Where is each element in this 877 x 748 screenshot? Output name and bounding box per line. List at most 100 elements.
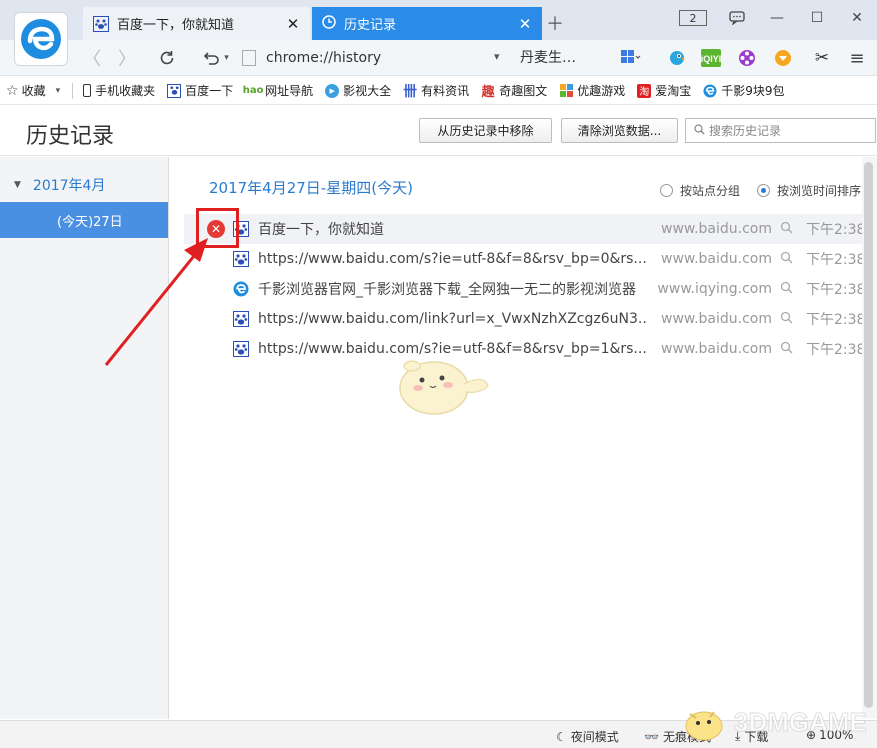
bookmark-item[interactable]: 百度一下 — [167, 82, 233, 99]
clear-browsing-data-button[interactable]: 清除浏览数据... — [561, 118, 678, 143]
history-row[interactable]: https://www.baidu.com/link?url=x_VwxNzhX… — [184, 304, 865, 334]
fun-icon: 趣 — [481, 85, 495, 100]
history-title[interactable]: 百度一下，你就知道 — [258, 219, 648, 239]
watermark-mascot-icon — [685, 711, 723, 741]
bookmarks-bar: ☆ 收藏 ▾ 手机收藏夹 百度一下 hao 网址导航 ▶ 影视大全 卌 有料资讯… — [0, 77, 877, 105]
annotation-highlight-box — [196, 208, 239, 248]
history-row[interactable]: 千影浏览器官网_千影浏览器下载_全网独一无二的影视浏览器 www.iqying.c… — [184, 274, 865, 304]
refresh-button[interactable] — [155, 47, 179, 69]
tab-baidu[interactable]: 百度一下，你就知道 ✕ — [83, 7, 310, 40]
window-counter[interactable]: 2 — [679, 10, 707, 26]
phone-icon — [83, 84, 92, 97]
search-placeholder: 搜索历史记录 — [709, 124, 782, 138]
page-title: 历史记录 — [26, 124, 115, 149]
month-label: 2017年4月 — [32, 178, 106, 194]
bookmark-item[interactable]: 淘 爱淘宝 — [637, 82, 691, 99]
search-history-input[interactable]: 搜索历史记录 — [685, 118, 876, 143]
history-row[interactable]: https://www.baidu.com/s?ie=utf-8&f=8&rsv… — [184, 334, 865, 364]
baidu-paw-icon — [93, 15, 109, 32]
bookmark-item[interactable]: ▶ 影视大全 — [325, 82, 391, 99]
search-icon — [694, 123, 705, 138]
tab-title: 历史记录 — [344, 18, 397, 33]
history-time: 下午2:38 — [806, 252, 866, 268]
browser-logo-icon[interactable] — [14, 12, 68, 66]
history-row[interactable]: https://www.baidu.com/s?ie=utf-8&f=8&rsv… — [184, 244, 866, 274]
history-list-panel: 2017年4月27日-星期四(今天) 按站点分组 按浏览时间排序 ✕ 百度一下，你… — [170, 157, 866, 719]
video-icon: ▶ — [325, 83, 340, 98]
apps-grid-icon[interactable] — [620, 47, 642, 69]
bookmark-label: 网址导航 — [265, 84, 314, 98]
history-domain: www.iqying.com — [657, 281, 772, 297]
watermark-logo: 3DMGAME — [680, 698, 867, 746]
close-window-icon[interactable]: ✕ — [837, 0, 877, 36]
qianying-icon — [233, 281, 249, 297]
title-bar: 百度一下，你就知道 ✕ 历史记录 ✕ ＋ 2 — ☐ ✕ — [0, 0, 877, 40]
bookmark-item[interactable]: 趣 奇趣图文 — [481, 82, 548, 100]
history-title[interactable]: https://www.baidu.com/link?url=x_VwxNzhX… — [258, 311, 648, 327]
bird-icon[interactable] — [666, 47, 688, 69]
history-title[interactable]: https://www.baidu.com/s?ie=utf-8&f=8&rsv… — [258, 251, 648, 267]
chevron-down-icon[interactable]: ▾ — [494, 50, 500, 63]
bookmark-item[interactable]: 千影9块9包 — [703, 82, 785, 99]
history-title[interactable]: 千影浏览器官网_千影浏览器下载_全网独一无二的影视浏览器 — [258, 279, 648, 299]
bookmark-item[interactable]: 手机收藏夹 — [83, 82, 155, 99]
sort-by-time-radio[interactable]: 按浏览时间排序 — [757, 182, 861, 199]
bookmark-item[interactable]: 优趣游戏 — [559, 82, 625, 99]
feedback-icon[interactable] — [717, 0, 757, 36]
close-icon[interactable]: ✕ — [518, 15, 532, 33]
radio-dot — [660, 184, 673, 197]
scissors-icon[interactable]: ✂ — [811, 47, 833, 69]
close-icon[interactable]: ✕ — [286, 15, 300, 33]
clock-icon — [322, 14, 336, 33]
night-mode-button[interactable]: ☾ 夜间模式 — [556, 728, 619, 745]
bookmark-item[interactable]: 卌 有料资讯 — [403, 82, 470, 100]
remove-from-history-button[interactable]: 从历史记录中移除 — [419, 118, 552, 143]
iqiyi-icon[interactable]: iQIYI — [700, 47, 722, 69]
bookmark-label: 百度一下 — [185, 84, 234, 98]
film-reel-icon[interactable] — [736, 47, 758, 69]
search-icon[interactable] — [780, 221, 793, 238]
baidu-paw-icon — [233, 341, 249, 357]
date-sidebar: ▼ 2017年4月 (今天)27日 — [0, 157, 169, 719]
search-icon[interactable] — [780, 311, 793, 328]
sort-by-site-radio[interactable]: 按站点分组 — [660, 182, 740, 199]
undo-close-tab-button[interactable]: ▾ — [198, 47, 234, 69]
history-row[interactable]: ✕ 百度一下，你就知道 www.baidu.com 下午2:38 — [184, 214, 865, 244]
forward-button[interactable]: 〉 — [115, 47, 139, 70]
maximize-icon[interactable]: ☐ — [797, 0, 837, 36]
address-bar[interactable]: chrome://history — [242, 44, 500, 72]
qianying-icon — [703, 84, 717, 98]
scroll-thumb[interactable] — [864, 162, 873, 708]
vertical-scrollbar[interactable] — [862, 157, 877, 719]
search-icon[interactable] — [780, 251, 793, 268]
back-button[interactable]: 〈 — [80, 47, 104, 70]
bookmark-item[interactable]: hao 网址导航 — [242, 82, 314, 99]
minimize-icon[interactable]: — — [757, 0, 797, 36]
hao-icon: hao — [242, 85, 264, 96]
new-tab-button[interactable]: ＋ — [546, 10, 564, 36]
menu-icon[interactable]: ≡ — [846, 47, 868, 69]
radio-dot-selected — [757, 184, 770, 197]
tab-history[interactable]: 历史记录 ✕ — [312, 7, 542, 40]
address-text: chrome://history — [266, 50, 382, 66]
radio-label: 按站点分组 — [680, 184, 741, 198]
bookmark-label: 千影9块9包 — [721, 84, 785, 98]
sidebar-day-selected[interactable]: (今天)27日 — [0, 202, 168, 238]
mascot-image — [384, 350, 494, 423]
search-icon[interactable] — [780, 281, 793, 298]
window-controls: 2 — ☐ ✕ — [679, 0, 877, 36]
search-engine-box[interactable]: 丹麦生… — [520, 47, 576, 67]
bookmark-favorites[interactable]: ☆ 收藏 ▾ — [6, 82, 60, 99]
search-icon[interactable] — [780, 341, 793, 358]
moon-icon: ☾ — [556, 729, 567, 744]
game-icon — [559, 84, 573, 98]
triangle-down-icon: ▼ — [14, 180, 21, 190]
star-icon: ☆ — [6, 82, 19, 99]
sidebar-month[interactable]: ▼ 2017年4月 — [14, 175, 105, 195]
bookmark-label: 有料资讯 — [421, 84, 470, 98]
chevron-down-icon: ▾ — [55, 85, 61, 96]
news-icon: 卌 — [403, 83, 418, 100]
status-label: 夜间模式 — [570, 730, 619, 744]
diamond-icon[interactable] — [772, 47, 794, 69]
bookmark-label: 奇趣图文 — [499, 84, 548, 98]
